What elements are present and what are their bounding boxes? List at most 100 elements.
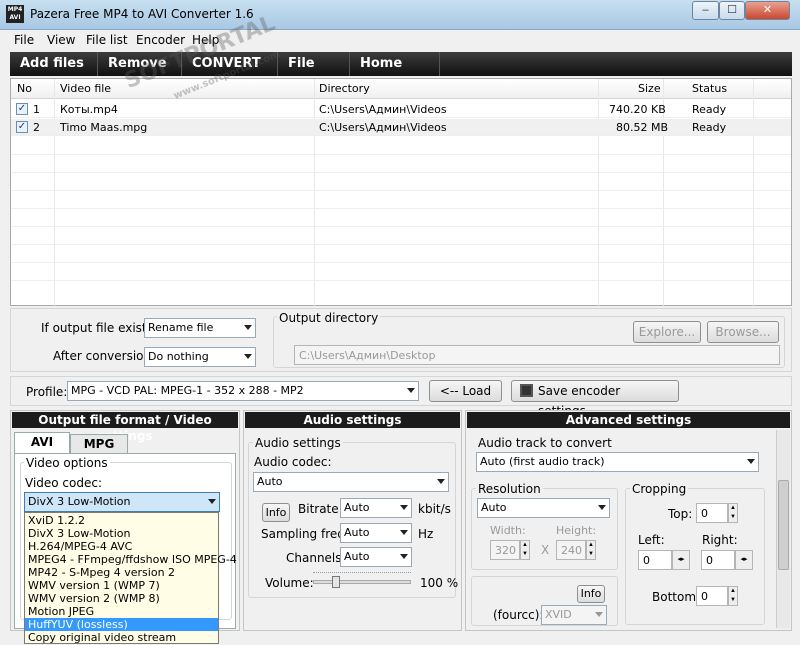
width-field[interactable]: 320 <box>490 540 520 560</box>
menu-file-list[interactable]: File list <box>86 33 128 47</box>
sampling-select[interactable]: Auto <box>340 523 412 543</box>
table-row[interactable]: ✓ 2 Timo Maas.mpg C:\Users\Админ\Videos … <box>11 119 791 136</box>
if-exists-select[interactable]: Rename file <box>144 318 256 338</box>
audio-codec-label: Audio codec: <box>254 455 332 469</box>
right-field[interactable]: 0 <box>701 550 735 570</box>
audio-codec-value: Auto <box>257 475 283 488</box>
menu-encoder[interactable]: Encoder <box>136 33 185 47</box>
after-conversion-label: After conversion: <box>53 349 156 363</box>
profile-select[interactable]: MPG - VCD PAL: MPEG-1 - 352 x 288 - MP2 <box>67 381 419 401</box>
height-spinner[interactable]: ▲ ▼ <box>586 540 596 560</box>
load-button[interactable]: <-- Load <box>429 380 502 402</box>
height-field[interactable]: 240 <box>556 540 586 560</box>
list-item[interactable]: MP42 - S-Mpeg 4 version 2 <box>25 566 218 579</box>
row-size: 740.20 KB <box>609 103 666 116</box>
channels-select[interactable]: Auto <box>340 547 412 567</box>
menu-file[interactable]: File <box>14 33 34 47</box>
column-size[interactable]: Size <box>638 82 661 95</box>
column-video-file[interactable]: Video file <box>60 82 111 95</box>
fourcc-info-button[interactable]: Info <box>577 585 605 603</box>
scrollbar-thumb[interactable] <box>778 480 789 570</box>
audio-settings-header: Audio settings <box>245 412 460 428</box>
list-item[interactable]: Copy original video stream <box>25 631 218 644</box>
list-item[interactable]: WMV version 1 (WMP 7) <box>25 579 218 592</box>
top-field[interactable]: 0 <box>696 503 728 523</box>
close-button[interactable]: ✕ <box>745 1 790 20</box>
list-item[interactable]: XviD 1.2.2 <box>25 514 218 527</box>
menu-bar: File View File list Encoder Help <box>0 31 800 51</box>
column-no[interactable]: No <box>17 82 32 95</box>
minimize-button[interactable]: – <box>692 1 719 20</box>
after-conversion-value: Do nothing <box>148 350 209 363</box>
audio-codec-select[interactable]: Auto <box>253 472 449 492</box>
list-item[interactable]: MPEG4 - FFmpeg/ffdshow ISO MPEG-4 <box>25 553 237 566</box>
left-spinner[interactable]: ◂▸ <box>672 550 690 570</box>
profile-row: Profile: MPG - VCD PAL: MPEG-1 - 352 x 2… <box>10 376 792 418</box>
maximize-button[interactable]: ☐ <box>719 1 745 20</box>
video-settings-header: Output file format / Video settings <box>12 412 238 443</box>
volume-label: Volume: <box>265 576 314 590</box>
list-item[interactable]: WMV version 2 (WMP 8) <box>25 592 218 605</box>
row-directory: C:\Users\Админ\Videos <box>319 103 447 116</box>
audio-settings-group-label: Audio settings <box>253 436 343 450</box>
advanced-scrollbar[interactable] <box>776 430 790 628</box>
add-files-button[interactable]: Add files <box>10 52 98 76</box>
height-label: Height: <box>556 524 597 537</box>
volume-value: 100 % <box>420 576 459 590</box>
bottom-spinner[interactable]: ▲ ▼ <box>728 586 738 606</box>
row-status: Ready <box>692 103 727 116</box>
top-label: Top: <box>668 507 693 521</box>
resolution-select[interactable]: Auto <box>477 498 610 518</box>
if-exists-label: If output file exists: <box>41 321 157 335</box>
home-page-button[interactable]: Home page <box>350 52 440 95</box>
volume-slider-thumb[interactable] <box>331 576 340 588</box>
output-directory-field[interactable]: C:\Users\Админ\Desktop <box>294 345 780 365</box>
video-codec-select[interactable]: DivX 3 Low-Motion <box>24 492 220 512</box>
audio-track-select[interactable]: Auto (first audio track) <box>476 452 759 472</box>
width-label: Width: <box>490 524 526 537</box>
x-label: X <box>541 543 550 557</box>
list-item[interactable]: Motion JPEG <box>25 605 218 618</box>
output-directory-label: Output directory <box>277 311 381 325</box>
channels-value: Auto <box>344 550 370 563</box>
row-no: 2 <box>33 121 40 134</box>
chevron-down-icon <box>400 554 408 559</box>
bitrate-label: Bitrate: <box>298 502 343 516</box>
video-codec-dropdown[interactable]: XviD 1.2.2 DivX 3 Low-Motion H.264/MPEG-… <box>24 512 237 644</box>
app-icon: MP4 AVI <box>6 5 24 23</box>
table-row[interactable]: ✓ 1 Коты.mp4 C:\Users\Админ\Videos 740.2… <box>11 101 791 118</box>
volume-ticks <box>313 572 411 575</box>
column-directory[interactable]: Directory <box>319 82 370 95</box>
video-codec-label: Video codec: <box>25 476 103 490</box>
column-status[interactable]: Status <box>692 82 727 95</box>
list-item[interactable]: H.264/MPEG-4 AVC <box>25 540 218 553</box>
fourcc-select[interactable]: XVID <box>541 605 607 625</box>
browse-button[interactable]: Browse... <box>707 321 779 343</box>
tab-mpg[interactable]: MPG <box>70 434 128 454</box>
list-item[interactable]: DivX 3 Low-Motion <box>25 527 218 540</box>
save-encoder-settings-button[interactable]: Save encoder settings... <box>511 380 679 418</box>
volume-slider[interactable] <box>313 576 411 588</box>
chevron-down-icon <box>400 505 408 510</box>
file-list[interactable]: No Video file Directory Size Status ✓ 1 … <box>10 78 792 307</box>
tab-avi[interactable]: AVI <box>14 432 70 454</box>
file-info-button[interactable]: File info <box>278 52 350 95</box>
menu-view[interactable]: View <box>47 33 75 47</box>
video-codec-value: DivX 3 Low-Motion <box>28 495 131 508</box>
row-status: Ready <box>692 121 727 134</box>
bitrate-select[interactable]: Auto <box>340 498 412 518</box>
right-spinner[interactable]: ◂▸ <box>735 550 753 570</box>
list-item-selected[interactable]: HuffYUV (lossless) <box>25 618 218 631</box>
top-spinner[interactable]: ▲ ▼ <box>728 503 738 523</box>
after-conversion-select[interactable]: Do nothing <box>144 347 256 367</box>
width-spinner[interactable]: ▲ ▼ <box>520 540 530 560</box>
bottom-field[interactable]: 0 <box>696 586 728 606</box>
left-field[interactable]: 0 <box>638 550 672 570</box>
explore-button[interactable]: Explore... <box>633 321 701 343</box>
chevron-down-icon <box>208 499 216 504</box>
row-size: 80.52 MB <box>616 121 669 134</box>
audio-info-button[interactable]: Info <box>262 503 290 522</box>
row-checkbox[interactable]: ✓ <box>16 103 28 115</box>
cropping-label: Cropping <box>630 482 689 496</box>
row-checkbox[interactable]: ✓ <box>16 121 28 133</box>
